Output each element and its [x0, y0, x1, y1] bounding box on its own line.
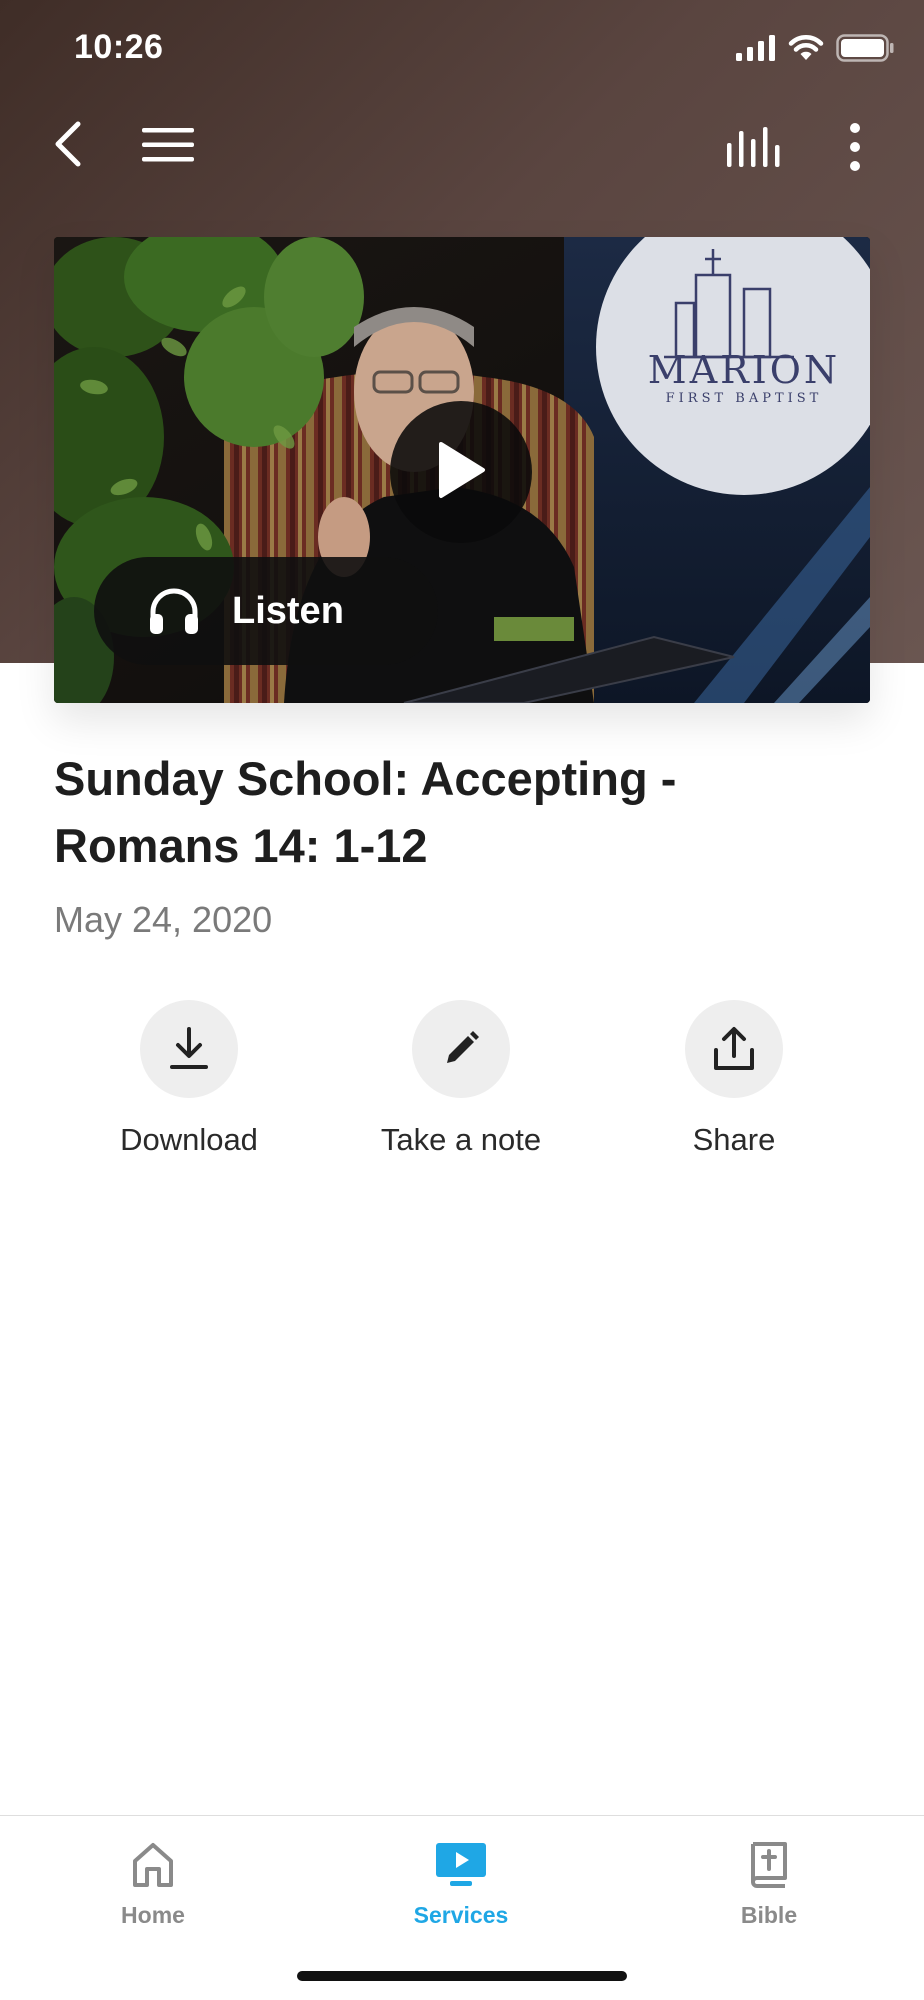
tab-home-label: Home: [121, 1902, 185, 1928]
more-vertical-icon: [849, 122, 861, 176]
play-button[interactable]: [390, 401, 532, 543]
thumbnail-logo-main: MARION: [648, 348, 840, 392]
audio-bars-icon: [727, 126, 781, 172]
more-options-button[interactable]: [840, 116, 870, 182]
share-icon: [685, 1000, 783, 1098]
battery-icon: [836, 34, 894, 67]
status-icons: [736, 34, 894, 67]
wifi-icon: [788, 34, 824, 67]
home-icon: [123, 1834, 183, 1894]
home-indicator: [297, 1971, 627, 1981]
tab-home[interactable]: Home: [53, 1834, 253, 1929]
thumbnail-logo-sub: FIRST BAPTIST: [666, 391, 823, 406]
pencil-icon: [412, 1000, 510, 1098]
cellular-signal-icon: [736, 35, 776, 66]
download-icon: [140, 1000, 238, 1098]
sermon-title: Sunday School: Accepting - Romans 14: 1-…: [54, 752, 677, 872]
tab-bible-label: Bible: [740, 1902, 798, 1928]
share-label: Share: [692, 1122, 776, 1157]
play-icon: [435, 440, 487, 505]
back-chevron-icon: [53, 121, 83, 172]
video-player[interactable]: MARION FIRST BAPTIST Listen: [54, 237, 870, 703]
tab-services-label: Services: [413, 1902, 509, 1928]
sermon-detail-screen: 10:26 MARION FIRST BAPTIST Listen Sunday…: [0, 0, 924, 2000]
audio-button[interactable]: [722, 124, 786, 174]
tab-bible[interactable]: Bible: [669, 1834, 869, 1929]
bible-icon: [739, 1834, 799, 1894]
tv-play-icon: [431, 1834, 491, 1894]
hamburger-menu-icon: [142, 127, 194, 167]
back-button[interactable]: [44, 116, 92, 176]
take-note-button[interactable]: Take a note: [346, 1000, 576, 1158]
headphones-icon: [146, 583, 202, 639]
menu-button[interactable]: [138, 124, 198, 170]
download-button[interactable]: Download: [74, 1000, 304, 1158]
listen-button[interactable]: Listen: [94, 557, 438, 665]
tab-services[interactable]: Services: [361, 1834, 561, 1929]
sermon-date: May 24, 2020: [54, 899, 273, 940]
take-note-label: Take a note: [380, 1122, 542, 1157]
share-button[interactable]: Share: [619, 1000, 849, 1158]
listen-label: Listen: [232, 589, 344, 632]
download-label: Download: [120, 1122, 258, 1157]
status-time: 10:26: [74, 28, 164, 66]
